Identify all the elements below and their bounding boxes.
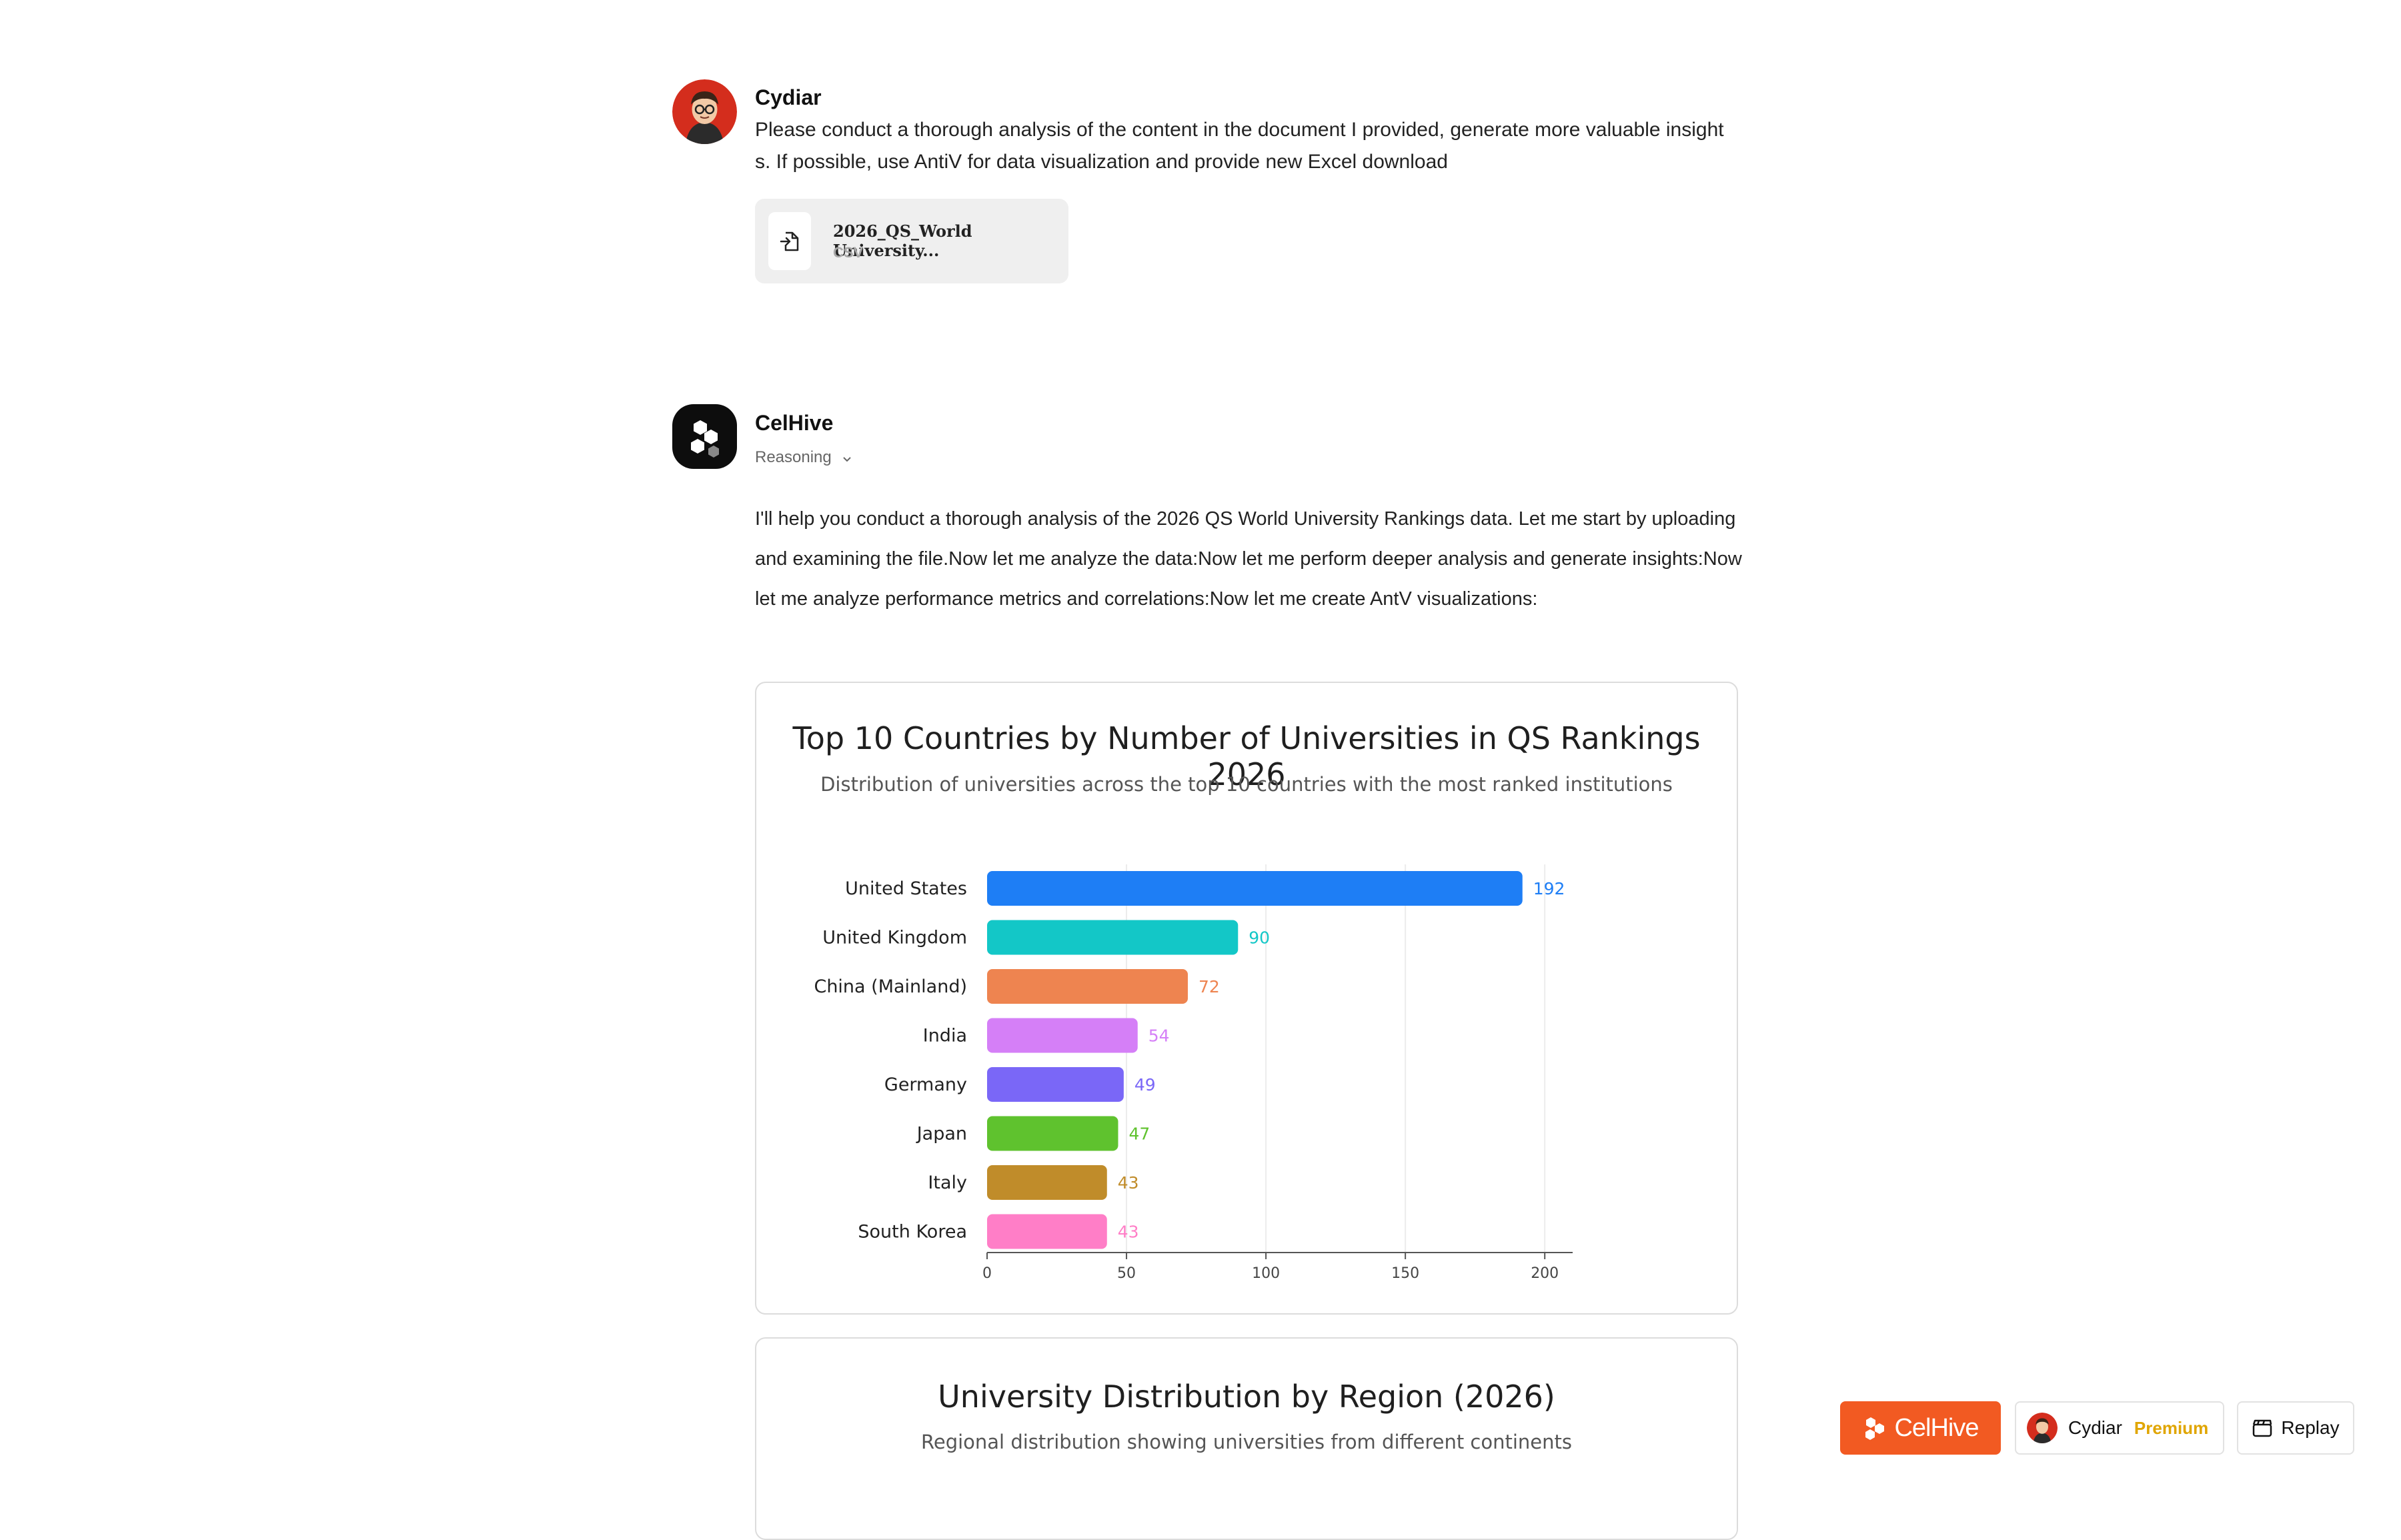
data-label: 90: [1249, 928, 1270, 948]
celhive-brand-button[interactable]: CelHive: [1840, 1401, 2001, 1455]
category-label: China (Mainland): [814, 976, 967, 997]
user-avatar-small: [2027, 1413, 2058, 1443]
brand-label: CelHive: [1894, 1413, 1979, 1442]
bar: [987, 871, 1523, 906]
account-name: Cydiar: [2068, 1417, 2122, 1438]
chart-subtitle: Regional distribution showing universiti…: [921, 1431, 1572, 1453]
user-message-text: Please conduct a thorough analysis of th…: [755, 119, 1724, 173]
x-tick-label: 50: [1117, 1265, 1136, 1282]
data-label: 54: [1148, 1026, 1170, 1046]
bar: [987, 969, 1188, 1004]
file-import-icon: [768, 212, 811, 270]
reasoning-toggle[interactable]: Reasoning: [755, 448, 852, 468]
account-button[interactable]: Cydiar Premium: [2015, 1401, 2224, 1455]
attachment-name: 2026_QS_World University...: [833, 221, 972, 260]
category-label: Italy: [928, 1173, 967, 1193]
category-label: Japan: [916, 1124, 967, 1144]
celhive-avatar: [672, 404, 737, 469]
data-label: 47: [1129, 1124, 1150, 1144]
bar: [987, 1165, 1107, 1200]
x-tick-label: 100: [1252, 1265, 1280, 1282]
bar-chart: 0 50 100 150 200 United States 192 United Kingd…: [814, 864, 1573, 1282]
data-label: 43: [1118, 1173, 1139, 1193]
premium-badge: Premium: [2134, 1417, 2209, 1438]
bar: [987, 1067, 1124, 1102]
category-label: Germany: [884, 1074, 967, 1095]
category-label: India: [923, 1026, 967, 1046]
replay-button[interactable]: Replay: [2237, 1401, 2354, 1455]
assistant-message-text: I'll help you conduct a thorough analysi…: [755, 508, 1742, 610]
user-name: Cydiar: [755, 85, 822, 109]
category-label: United Kingdom: [822, 928, 967, 948]
assistant-name: CelHive: [755, 411, 834, 435]
category-label: United States: [845, 878, 967, 899]
chart-subtitle: Distribution of universities across the …: [820, 773, 1673, 796]
bar: [987, 1018, 1138, 1053]
bar: [987, 1116, 1118, 1151]
clapperboard-icon: [2253, 1419, 2272, 1437]
bar: [987, 920, 1239, 955]
data-label: 72: [1198, 977, 1220, 996]
x-tick-label: 150: [1391, 1265, 1419, 1282]
chevron-down-icon: [842, 449, 852, 468]
attachment-type: CSV: [833, 244, 864, 261]
replay-label: Replay: [2281, 1417, 2340, 1438]
data-label: 49: [1134, 1075, 1156, 1094]
user-avatar: [672, 79, 737, 144]
celhive-logo-icon: [1865, 1417, 1885, 1440]
chart-card-top-countries: Top 10 Countries by Number of Universiti…: [755, 682, 1738, 1315]
x-tick-label: 200: [1531, 1265, 1559, 1282]
chart-card-region: University Distribution by Region (2026)…: [755, 1337, 1738, 1540]
attachment-card[interactable]: 2026_QS_World University... CSV: [755, 199, 1068, 283]
category-label: South Korea: [858, 1222, 967, 1243]
reasoning-label: Reasoning: [755, 448, 832, 466]
data-label: 43: [1118, 1223, 1139, 1242]
data-label: 192: [1533, 879, 1565, 898]
x-tick-label: 0: [982, 1265, 992, 1282]
bar: [987, 1214, 1107, 1249]
celhive-logo-icon: [691, 420, 719, 458]
chart-title: University Distribution by Region (2026): [938, 1379, 1555, 1415]
